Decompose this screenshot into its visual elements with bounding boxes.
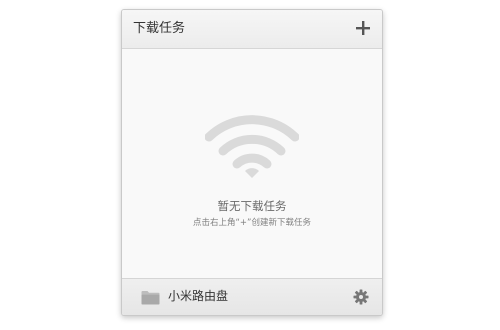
empty-state-title: 暂无下载任务 [217,199,287,213]
panel-header: 下载任务 [122,10,382,49]
add-task-button[interactable] [352,17,374,39]
settings-button[interactable] [353,289,369,305]
empty-state-hint: 点击右上角“+”创建新下载任务 [193,218,311,228]
gear-icon [353,289,369,305]
download-tasks-panel: 下载任务 暂无下载任务 点击右上角“+”创建新下载任务 小米路由盘 [121,9,383,316]
panel-footer: 小米路由盘 [122,278,382,315]
empty-state-area: 暂无下载任务 点击右上角“+”创建新下载任务 [122,49,382,278]
panel-title: 下载任务 [133,21,186,36]
wifi-icon [205,115,299,178]
folder-icon [141,291,160,305]
plus-icon [356,21,370,35]
storage-location-label[interactable]: 小米路由盘 [168,289,228,304]
